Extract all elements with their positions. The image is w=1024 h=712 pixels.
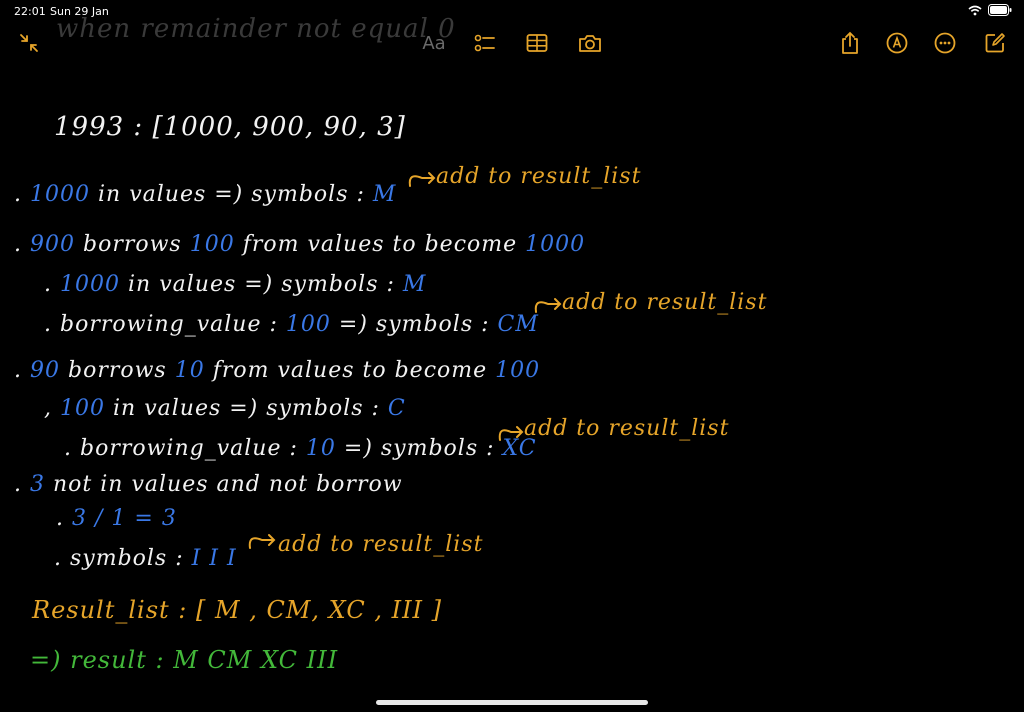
note-line-3: . 900 borrows 100 from values to become … — [14, 232, 585, 257]
note-line-6: . 90 borrows 10 from values to become 10… — [14, 358, 540, 383]
value-text: 1000 — [30, 182, 90, 207]
note-line-8: . borrowing_value : 10 =) symbols : XC — [64, 436, 537, 461]
bullet: . — [56, 506, 72, 531]
note-line-4: . 1000 in values =) symbols : M — [44, 272, 426, 297]
value-text: 100 — [189, 232, 235, 257]
line-text: . borrowing_value : — [44, 312, 286, 337]
line-text: not in values and not borrow — [45, 472, 403, 497]
annotation-add-4: add to result_list — [278, 532, 484, 557]
line-text: in values =) symbols : — [90, 182, 373, 207]
symbol-text: C — [387, 396, 406, 421]
annotation-add-1: add to result_list — [436, 164, 642, 189]
line-text: . symbols : — [54, 546, 192, 571]
note-line-5: . borrowing_value : 100 =) symbols : CM — [44, 312, 539, 337]
note-line-2: . 1000 in values =) symbols : M — [14, 182, 396, 207]
value-text: 90 — [30, 358, 60, 383]
value-text: 3 / 1 = 3 — [72, 506, 177, 531]
symbol-text: M — [372, 182, 397, 207]
value-text: 900 — [30, 232, 75, 257]
line-text: from values to become — [234, 232, 526, 257]
symbol-text: M — [402, 272, 427, 297]
line-text: . borrowing_value : — [64, 436, 306, 461]
result-list-line: Result_list : [ M , CM, XC , III ] — [32, 596, 443, 624]
note-line-7: , 100 in values =) symbols : C — [44, 396, 406, 421]
line-text: borrows — [60, 358, 175, 383]
line-text: =) symbols : — [335, 436, 503, 461]
arrow-icon — [534, 298, 562, 313]
note-line-9: . 3 not in values and not borrow — [14, 472, 403, 497]
line-text: in values =) symbols : — [105, 396, 388, 421]
value-text: 100 — [495, 358, 541, 383]
value-text: 10 — [305, 436, 336, 461]
value-text: 3 — [30, 472, 45, 497]
home-indicator[interactable] — [376, 700, 648, 705]
arrow-icon — [408, 172, 436, 187]
bullet: . — [44, 272, 60, 297]
line-text: in values =) symbols : — [120, 272, 403, 297]
handwritten-note: 1993 : [1000, 900, 90, 3] . 1000 in valu… — [0, 0, 1024, 712]
value-text: 100 — [285, 312, 331, 337]
bullet: . — [14, 358, 30, 383]
bullet: . — [14, 182, 30, 207]
symbol-text: I I I — [191, 546, 237, 571]
note-line-10: . 3 / 1 = 3 — [56, 506, 177, 531]
value-text: 100 — [60, 396, 105, 421]
annotation-add-2: add to result_list — [562, 290, 768, 315]
value-text: 1000 — [525, 232, 586, 257]
value-text: 10 — [174, 358, 205, 383]
line-text: from values to become — [204, 358, 496, 383]
arrow-icon — [248, 534, 276, 549]
bullet: . — [14, 232, 30, 257]
note-line-11: . symbols : I I I — [54, 546, 237, 571]
value-text: 1000 — [60, 272, 120, 297]
bullet: . — [14, 472, 30, 497]
result-line: =) result : M CM XC III — [30, 646, 339, 674]
annotation-add-3: add to result_list — [524, 416, 730, 441]
line-text: =) symbols : — [330, 312, 498, 337]
bullet: , — [44, 396, 60, 421]
line-text: borrows — [75, 232, 190, 257]
note-line-1: 1993 : [1000, 900, 90, 3] — [54, 112, 406, 142]
